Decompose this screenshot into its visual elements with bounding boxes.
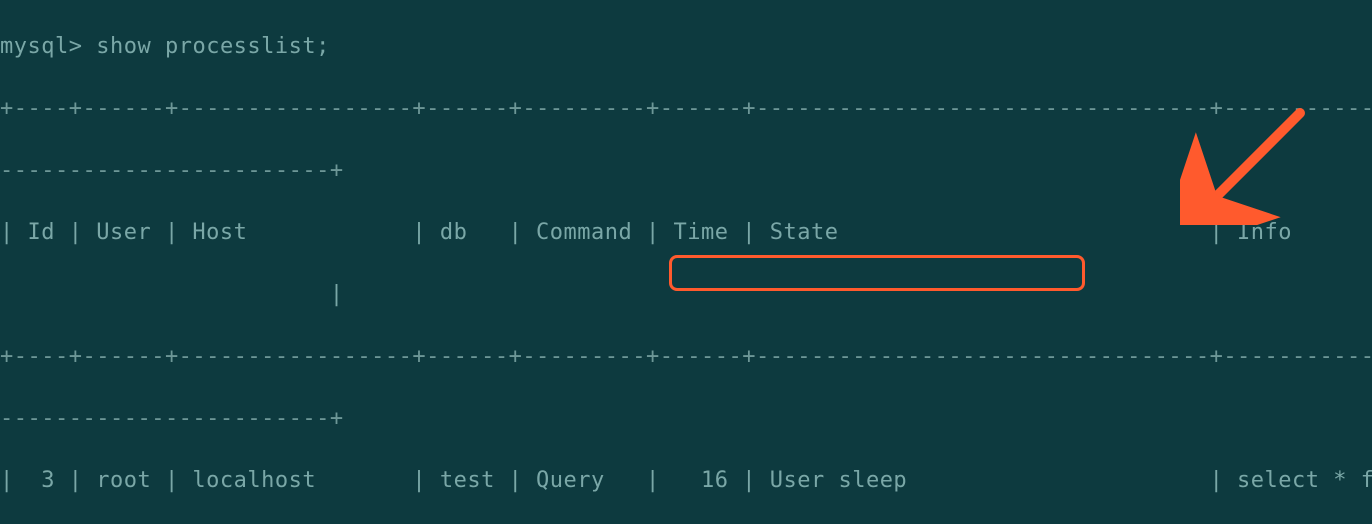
separator-row: +----+------+-----------------+------+--… bbox=[0, 93, 1372, 124]
header-row: | Id | User | Host | db | Command | Time… bbox=[0, 217, 1372, 248]
terminal-output: mysql> show processlist; +----+------+--… bbox=[0, 0, 1372, 524]
table-row: | 3 | root | localhost | test | Query | … bbox=[0, 465, 1372, 496]
separator-row: +----+------+-----------------+------+--… bbox=[0, 341, 1372, 372]
annotation-highlight-box bbox=[669, 255, 1085, 291]
sql-command: show processlist; bbox=[96, 34, 330, 59]
prompt: mysql> bbox=[0, 34, 82, 59]
